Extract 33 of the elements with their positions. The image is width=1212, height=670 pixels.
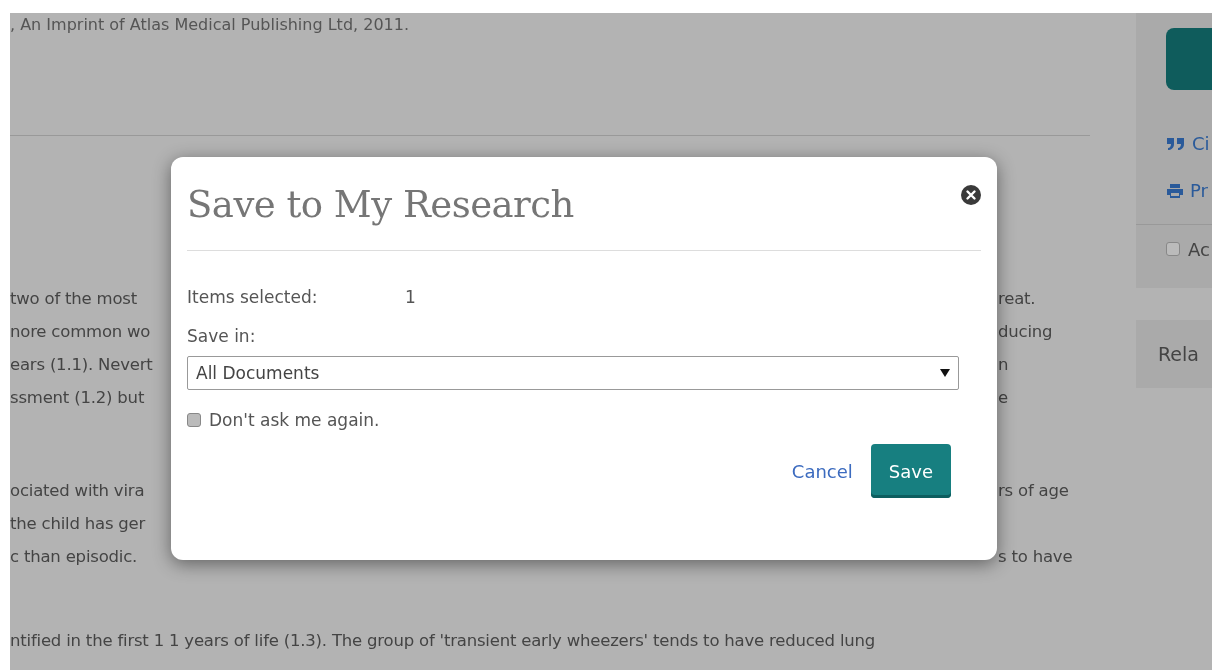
items-selected-label: Items selected:	[187, 287, 319, 307]
sidebar-link[interactable]: Pr	[1166, 167, 1212, 214]
related-panel-title: Rela	[1136, 320, 1212, 388]
save-button[interactable]: Save	[870, 444, 951, 498]
article-text: ssment (1.2) but	[10, 388, 146, 407]
cancel-link[interactable]: Cancel	[791, 460, 853, 482]
checkbox[interactable]	[187, 413, 201, 427]
article-text: s to have	[998, 547, 1074, 566]
article-text: ociated with vira	[10, 481, 146, 500]
close-icon[interactable]	[961, 185, 981, 205]
quote-icon	[1166, 136, 1186, 151]
checkbox-label: Ac	[1188, 238, 1210, 260]
save-in-label: Save in:	[187, 326, 257, 346]
items-selected-count: 1	[405, 287, 416, 307]
sidebar-link[interactable]: Ci	[1166, 120, 1212, 167]
checkbox-label: Don't ask me again.	[209, 410, 380, 430]
article-text: nore common wo	[10, 322, 152, 341]
citation-text: , An Imprint of Atlas Medical Publishing Ltd, 2011.	[10, 15, 410, 36]
caret-icon	[940, 369, 950, 377]
article-text: rs of age	[998, 481, 1070, 500]
article-text: n	[998, 355, 1010, 374]
article-text: ntified in the first 1 1 years of life (1.3). The group of 'transient early wheezers' tends to have reduced lung	[10, 631, 877, 650]
checkbox[interactable]	[1166, 242, 1180, 256]
article-text: e	[998, 388, 1009, 407]
article-text: reat.	[998, 289, 1037, 308]
article-text: the child has ger	[10, 514, 147, 533]
article-text: ears (1.1). Nevert	[10, 355, 154, 374]
article-text: ducing	[998, 322, 1054, 341]
dialog-title: Save to My Research	[187, 183, 574, 226]
article-text: c than episodic.	[10, 547, 139, 566]
folder-select[interactable]: All Documents	[187, 356, 959, 390]
article-text: two of the most	[10, 289, 138, 308]
printer-icon	[1166, 182, 1184, 199]
